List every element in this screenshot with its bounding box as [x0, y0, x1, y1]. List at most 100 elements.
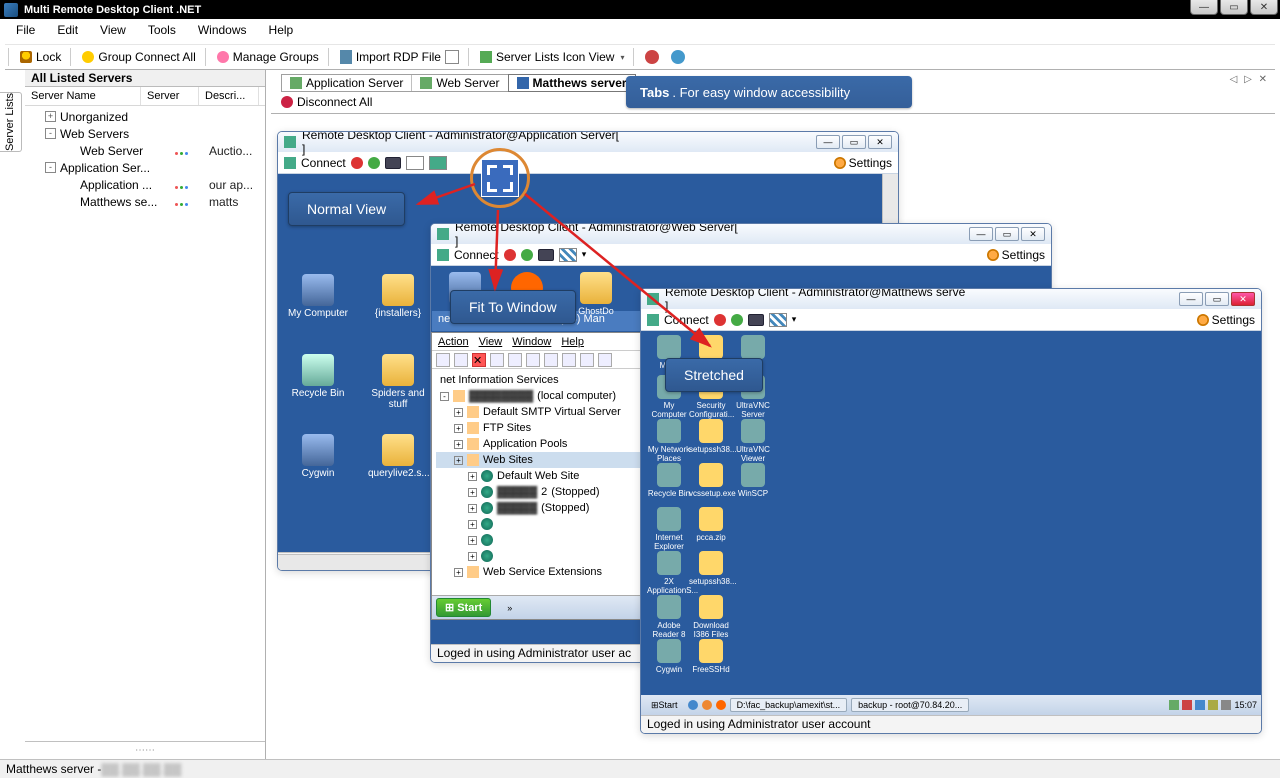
- tray-icon[interactable]: [1221, 700, 1231, 710]
- iis-menu-help[interactable]: Help: [561, 336, 584, 348]
- connect-label[interactable]: Connect: [664, 313, 709, 327]
- menu-edit[interactable]: Edit: [46, 20, 89, 40]
- col-server[interactable]: Server: [141, 87, 199, 105]
- rdc-close-button[interactable]: ✕: [1231, 292, 1255, 306]
- connect-label[interactable]: Connect: [454, 248, 499, 262]
- iis-menu-window[interactable]: Window: [512, 336, 551, 348]
- tree-row[interactable]: Web ServerAuctio...: [25, 142, 265, 159]
- rdc-max-button[interactable]: ▭: [842, 135, 866, 149]
- desktop-icon[interactable]: pcca.zip: [689, 507, 733, 542]
- stop-icon[interactable]: [351, 157, 363, 169]
- taskbar-button[interactable]: D:\fac_backup\amexit\st...: [730, 698, 848, 712]
- view-grid-icon[interactable]: [769, 313, 787, 327]
- tab-nav-buttons[interactable]: ◁ ▷ ✕: [1230, 74, 1269, 85]
- rdc-min-button[interactable]: —: [1179, 292, 1203, 306]
- import-rdp-button[interactable]: Import RDP File: [334, 48, 465, 66]
- quicklaunch-icon[interactable]: [716, 700, 726, 710]
- rdc-close-button[interactable]: ✕: [868, 135, 892, 149]
- monitor-icon[interactable]: [385, 157, 401, 169]
- rdc-max-button[interactable]: ▭: [1205, 292, 1229, 306]
- iis-tb-icon[interactable]: [562, 353, 576, 367]
- iis-tb-icon[interactable]: [436, 353, 450, 367]
- iis-tb-icon[interactable]: [454, 353, 468, 367]
- iis-menu-action[interactable]: Action: [438, 336, 469, 348]
- extra-icon-1[interactable]: [639, 48, 665, 66]
- delete-icon[interactable]: ✕: [472, 353, 486, 367]
- rdc-window-matthews-server[interactable]: Remote Desktop Client - Administrator@Ma…: [640, 288, 1262, 734]
- quicklaunch-icon[interactable]: [688, 700, 698, 710]
- lock-button[interactable]: Lock: [14, 48, 67, 66]
- rdc-titlebar[interactable]: Remote Desktop Client - Administrator@Ap…: [278, 132, 898, 152]
- iis-tb-icon[interactable]: [490, 353, 504, 367]
- group-connect-button[interactable]: Group Connect All: [76, 48, 201, 66]
- menu-tools[interactable]: Tools: [137, 20, 187, 40]
- chevron-down-icon[interactable]: ▾: [582, 249, 587, 260]
- desktop-icon[interactable]: FreeSSHd: [689, 639, 733, 674]
- menu-windows[interactable]: Windows: [187, 20, 258, 40]
- iis-tb-icon[interactable]: [598, 353, 612, 367]
- minimize-button[interactable]: —: [1190, 0, 1218, 15]
- play-icon[interactable]: [368, 157, 380, 169]
- view-grid-icon[interactable]: [559, 248, 577, 262]
- view-normal-icon[interactable]: [406, 156, 424, 170]
- settings-button[interactable]: Settings: [987, 248, 1045, 262]
- menu-help[interactable]: Help: [258, 20, 305, 40]
- tab-web-server[interactable]: Web Server: [412, 75, 508, 91]
- col-name[interactable]: Server Name: [25, 87, 141, 105]
- start-button[interactable]: ⊞Start: [645, 700, 684, 711]
- desktop-icon[interactable]: Recycle Bin: [288, 354, 348, 399]
- tree-row[interactable]: +Unorganized: [25, 108, 265, 125]
- desktop-icon[interactable]: setupssh38...: [689, 419, 733, 454]
- desktop-icon[interactable]: UltraVNC Viewer: [731, 419, 775, 463]
- desktop-icon[interactable]: My Network Places: [647, 419, 691, 463]
- play-icon[interactable]: [521, 249, 533, 261]
- iis-menu-view[interactable]: View: [479, 336, 503, 348]
- desktop-icon[interactable]: My Computer: [288, 274, 348, 319]
- desktop-icon[interactable]: WinSCP: [731, 463, 775, 498]
- desktop-icon[interactable]: Cygwin: [288, 434, 348, 479]
- desktop-icon[interactable]: Adobe Reader 8: [647, 595, 691, 639]
- taskbar-button[interactable]: backup - root@70.84.20...: [851, 698, 969, 712]
- desktop-icon[interactable]: Cygwin: [647, 639, 691, 674]
- desktop-icon[interactable]: {installers}: [368, 274, 428, 319]
- tree-row[interactable]: -Web Servers: [25, 125, 265, 142]
- rdc-max-button[interactable]: ▭: [995, 227, 1019, 241]
- desktop-icon[interactable]: querylive2.s...: [368, 434, 428, 479]
- disconnect-all-button[interactable]: Disconnect All: [281, 95, 372, 109]
- tree-row[interactable]: -Application Ser...: [25, 159, 265, 176]
- monitor-icon[interactable]: [748, 314, 764, 326]
- chevron-down-icon[interactable]: ▾: [792, 314, 797, 325]
- iis-tb-icon[interactable]: [526, 353, 540, 367]
- connect-label[interactable]: Connect: [301, 156, 346, 170]
- extra-icon-2[interactable]: [665, 48, 691, 66]
- menu-view[interactable]: View: [89, 20, 137, 40]
- iis-tb-icon[interactable]: [544, 353, 558, 367]
- iis-tb-icon[interactable]: [508, 353, 522, 367]
- desktop-icon[interactable]: Spiders and stuff: [368, 354, 428, 410]
- tab-application-server[interactable]: Application Server: [282, 75, 412, 91]
- tray-icon[interactable]: [1182, 700, 1192, 710]
- iconview-button[interactable]: Server Lists Icon View▾: [474, 48, 631, 66]
- maximize-button[interactable]: ▭: [1220, 0, 1248, 15]
- view-fullscreen-icon[interactable]: [429, 156, 447, 170]
- col-desc[interactable]: Descri...: [199, 87, 259, 105]
- desktop-icon[interactable]: Internet Explorer: [647, 507, 691, 551]
- start-button[interactable]: ⊞Start: [436, 598, 491, 617]
- rdc-min-button[interactable]: —: [969, 227, 993, 241]
- quicklaunch-more[interactable]: »: [507, 603, 512, 613]
- desktop-icon[interactable]: 2X ApplicationS...: [647, 551, 691, 595]
- monitor-icon[interactable]: [538, 249, 554, 261]
- panel-splitter[interactable]: ⋯⋯: [25, 741, 265, 759]
- desktop-icon[interactable]: vcssetup.exe: [689, 463, 733, 498]
- desktop-icon[interactable]: Recycle Bin: [647, 463, 691, 498]
- desktop-icon[interactable]: setupssh38...: [689, 551, 733, 586]
- settings-button[interactable]: Settings: [834, 156, 892, 170]
- menu-file[interactable]: File: [5, 20, 46, 40]
- settings-button[interactable]: Settings: [1197, 313, 1255, 327]
- rdc-titlebar[interactable]: Remote Desktop Client - Administrator@We…: [431, 224, 1051, 244]
- stop-icon[interactable]: [714, 314, 726, 326]
- iis-tb-icon[interactable]: [580, 353, 594, 367]
- stop-icon[interactable]: [504, 249, 516, 261]
- close-button[interactable]: ✕: [1250, 0, 1278, 15]
- rdc-close-button[interactable]: ✕: [1021, 227, 1045, 241]
